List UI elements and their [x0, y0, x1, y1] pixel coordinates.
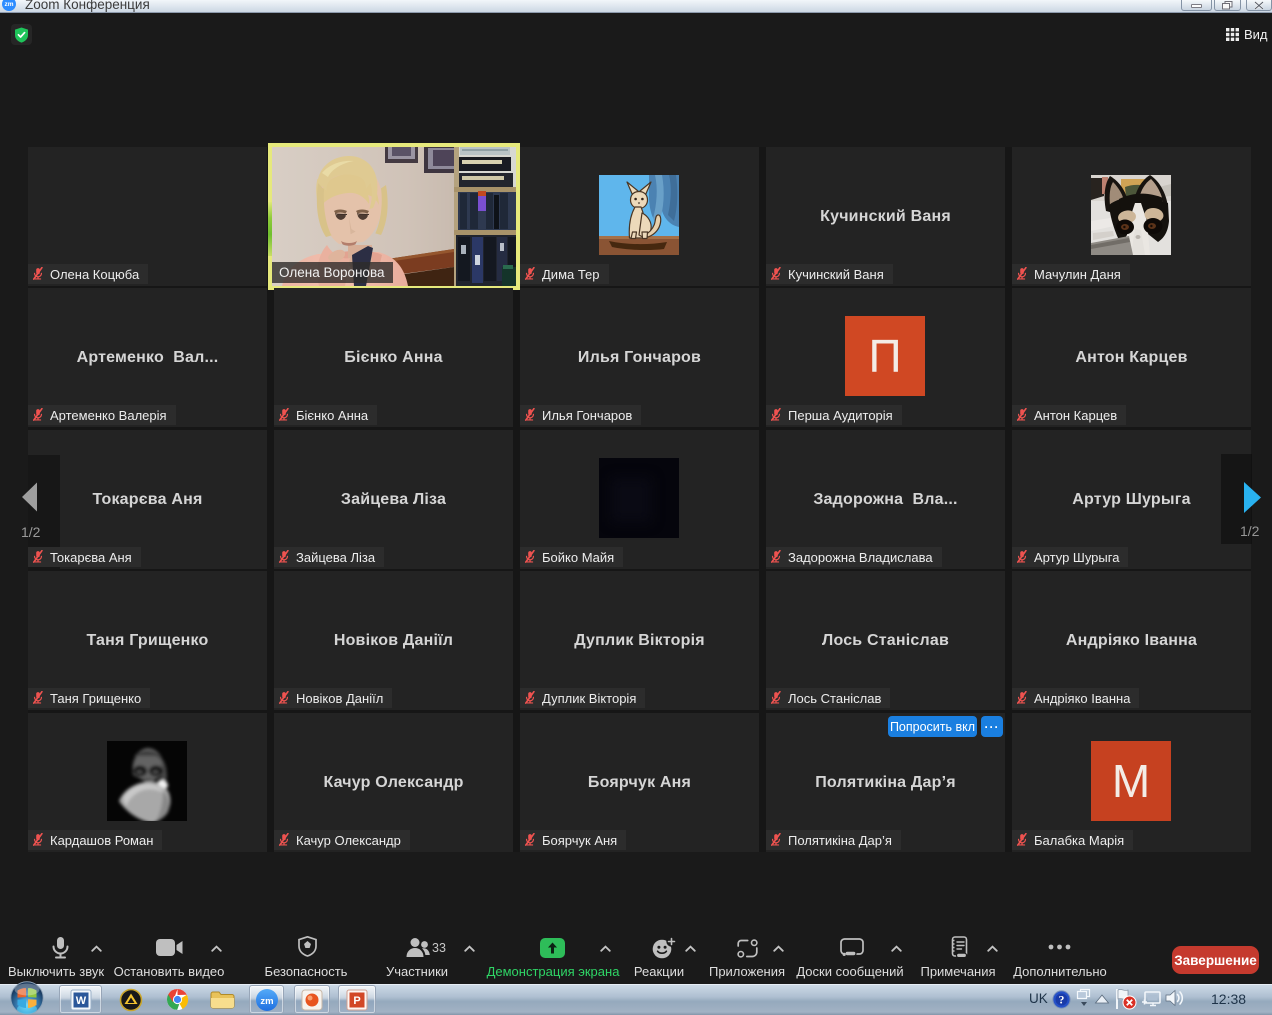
svg-text:P: P: [353, 995, 360, 1007]
svg-text:zm: zm: [260, 996, 273, 1007]
svg-text:W: W: [75, 995, 86, 1007]
svg-text:?: ?: [1059, 995, 1065, 1007]
